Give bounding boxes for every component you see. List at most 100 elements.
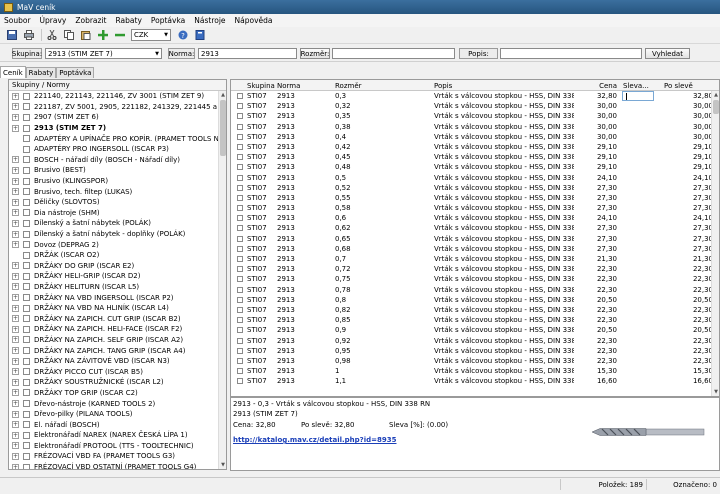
table-row[interactable]: STI07 2913 0,52 Vrták s válcovou stopkou - … [231,183,719,193]
cell-sleva[interactable] [622,376,654,386]
cell-sleva[interactable] [622,254,654,264]
tree-item[interactable]: + FRÉZOVACÍ VBD FA (PRAMET TOOLS G3) [9,451,219,462]
table-row[interactable]: STI07 2913 0,85 Vrták s válcovou stopkou - … [231,315,719,325]
cell-sleva[interactable] [622,274,654,284]
save-icon[interactable] [6,29,18,41]
tab-cenik[interactable]: Ceník [0,66,26,78]
tree-item[interactable]: + Děličky (SLOVTOS) [9,197,219,208]
expand-icon[interactable]: + [12,241,19,249]
table-row[interactable]: STI07 2913 0,68 Vrták s válcovou stopkou - … [231,244,719,254]
expand-icon[interactable]: + [12,400,19,408]
cell-sleva[interactable] [622,305,654,315]
table-row[interactable]: STI07 2913 0,92 Vrták s válcovou stopkou - … [231,336,719,346]
tree-item-checkbox[interactable] [23,452,30,460]
row-checkbox[interactable] [237,164,243,171]
col-cena[interactable]: Cena [577,81,617,91]
table-row[interactable]: STI07 2913 0,45 Vrták s válcovou stopkou - … [231,152,719,162]
scroll-down-icon[interactable]: ▼ [712,388,719,396]
row-checkbox[interactable] [237,113,243,120]
cell-sleva[interactable] [622,183,654,193]
tree-item[interactable]: + El. nářadí (BOSCH) [9,419,219,430]
tree-item[interactable]: + Dílenský a šatní nábytek - doplňky (POL… [9,229,219,240]
tree-item-checkbox[interactable] [23,325,30,333]
tree-item[interactable]: + Dřevo-pilky (PILANA TOOLS) [9,409,219,420]
tree-item[interactable]: + Brusivo (KLINGSPOR) [9,176,219,187]
col-po-sleve[interactable]: Po slevě [664,81,693,91]
expand-icon[interactable]: + [12,92,19,100]
tree-item[interactable]: + Elektronářadí NAREX (NAREX ČESKÁ LÍPA 1… [9,430,219,441]
row-checkbox[interactable] [237,225,243,232]
tree-item[interactable]: ADAPTÉRY PRO INGERSOLL (ISCAR P3) [9,144,219,155]
row-checkbox[interactable] [237,327,243,334]
tree-item[interactable]: + DRŽÁKY NA ZAPICH. CUT GRIP (ISCAR B2) [9,313,219,324]
tree-item-checkbox[interactable] [23,251,30,259]
tree-item-checkbox[interactable] [23,421,30,429]
expand-icon[interactable]: + [12,156,19,164]
cell-sleva[interactable] [622,101,654,111]
cell-sleva[interactable] [622,193,654,203]
col-skupina[interactable]: Skupina [247,81,275,91]
expand-icon[interactable]: + [12,347,19,355]
cell-sleva[interactable] [622,162,654,172]
tree-item[interactable]: + DRŽÁKY NA ZAPICH. HELI-FACE (ISCAR F2) [9,324,219,335]
info-book-icon[interactable] [194,29,206,41]
row-checkbox[interactable] [237,245,243,252]
tree-item[interactable]: + DRŽÁKY NA ZAPICH. SELF GRIP (ISCAR A2) [9,335,219,346]
expand-icon[interactable]: + [12,389,19,397]
norma-input[interactable]: 2913 [198,48,297,59]
search-button[interactable]: Vyhledat [645,48,690,59]
table-row[interactable]: STI07 2913 0,9 Vrták s válcovou stopkou - H… [231,325,719,335]
cell-sleva[interactable] [622,223,654,233]
expand-icon[interactable] [12,146,19,153]
table-row[interactable]: STI07 2913 0,55 Vrták s válcovou stopkou - … [231,193,719,203]
tree-item-checkbox[interactable] [23,166,30,174]
tree-item-checkbox[interactable] [23,442,30,450]
cell-sleva[interactable] [622,132,654,142]
detail-link[interactable]: http://katalog.mav.cz/detail.php?id=8935 [233,436,397,444]
row-checkbox[interactable] [237,347,243,354]
row-checkbox[interactable] [237,174,243,181]
table-row[interactable]: STI07 2913 0,3 Vrták s válcovou stopkou - H… [231,91,719,101]
tree-item-checkbox[interactable] [23,230,30,238]
tree-item-checkbox[interactable] [23,156,30,164]
cell-sleva[interactable] [622,336,654,346]
help-icon[interactable]: ? [177,29,189,41]
expand-icon[interactable]: + [12,283,19,291]
scroll-down-icon[interactable]: ▼ [219,461,226,469]
table-row[interactable]: STI07 2913 0,58 Vrták s válcovou stopkou - … [231,203,719,213]
cell-sleva[interactable] [622,152,654,162]
table-row[interactable]: STI07 2913 0,65 Vrták s válcovou stopkou - … [231,234,719,244]
expand-icon[interactable]: + [12,357,19,365]
tree-item-checkbox[interactable] [23,113,30,121]
tab-rabaty[interactable]: Rabaty [25,67,57,78]
tree-item[interactable]: + Dia nástroje (SHM) [9,208,219,219]
expand-icon[interactable]: + [12,463,19,469]
tree-item-checkbox[interactable] [23,103,30,111]
menu-soubor[interactable]: Soubor [4,16,31,25]
col-rozmer[interactable]: Rozměr [335,81,362,91]
row-checkbox[interactable] [237,123,243,130]
table-row[interactable]: STI07 2913 0,38 Vrták s válcovou stopkou - … [231,122,719,132]
tree-item[interactable]: + Brusivo (BEST) [9,165,219,176]
tree-item-checkbox[interactable] [23,431,30,439]
table-row[interactable]: STI07 2913 0,62 Vrták s válcovou stopkou - … [231,223,719,233]
tree-item[interactable]: + Dřevo-nástroje (KARNED TOOLS 2) [9,398,219,409]
grid-scroll-thumb[interactable] [713,100,719,114]
row-checkbox[interactable] [237,368,243,375]
col-norma[interactable]: Norma [277,81,300,91]
remove-icon[interactable] [114,29,126,41]
tree-item-checkbox[interactable] [23,347,30,355]
tree-item[interactable]: DRŽÁK (ISCAR O2) [9,250,219,261]
currency-select[interactable]: CZK ▼ [131,29,171,41]
row-checkbox[interactable] [237,103,243,110]
table-row[interactable]: STI07 2913 0,82 Vrták s válcovou stopkou - … [231,305,719,315]
cut-icon[interactable] [46,29,58,41]
tree-item-checkbox[interactable] [23,400,30,408]
tree-item-checkbox[interactable] [23,177,30,185]
expand-icon[interactable]: + [12,410,19,418]
cell-sleva[interactable] [622,122,654,132]
expand-icon[interactable]: + [12,113,19,121]
table-row[interactable]: STI07 2913 0,78 Vrták s válcovou stopkou - … [231,285,719,295]
tree-item-checkbox[interactable] [23,283,30,291]
tree-item[interactable]: + DRŽÁKY TOP GRIP (ISCAR C2) [9,388,219,399]
